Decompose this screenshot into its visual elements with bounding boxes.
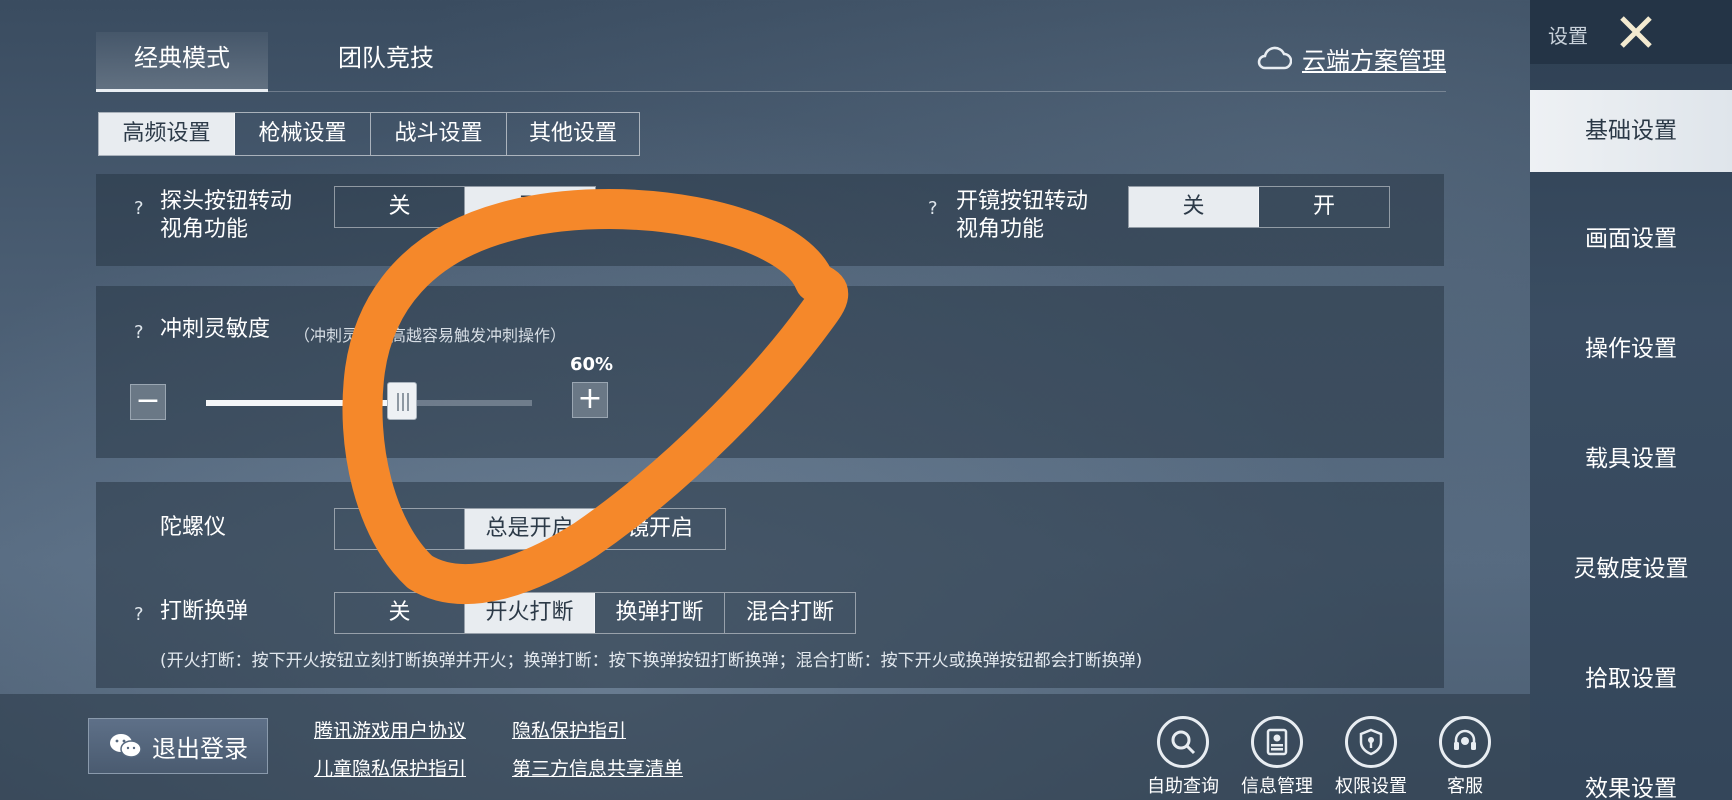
peek-turn-label-line2: 视角功能 <box>160 217 249 242</box>
help-icon[interactable]: ? <box>134 604 144 625</box>
scope-turn-on[interactable]: 开 <box>1259 187 1389 227</box>
sub-tab-bar: 高频设置 枪械设置 战斗设置 其他设置 <box>98 112 640 156</box>
peek-turn-toggle: 关 开 <box>334 186 596 228</box>
sidebar-item-effects[interactable]: 效果设置 <box>1530 748 1732 800</box>
customer-service-label: 客服 <box>1447 776 1483 797</box>
subtab-combat[interactable]: 战斗设置 <box>371 113 507 155</box>
sidebar-item-controls[interactable]: 操作设置 <box>1530 308 1732 390</box>
self-service-button[interactable]: 自助查询 <box>1140 716 1226 798</box>
scope-turn-label-line1: 开镜按钮转动 <box>956 189 1089 214</box>
subtab-other[interactable]: 其他设置 <box>507 113 639 155</box>
peek-turn-label: 探头按钮转动 视角功能 <box>160 188 292 244</box>
wechat-icon <box>110 734 142 758</box>
gyro-option-always[interactable]: 总是开启 <box>465 509 595 549</box>
subtab-weapon[interactable]: 枪械设置 <box>235 113 371 155</box>
help-icon[interactable]: ? <box>134 322 144 343</box>
logout-button[interactable]: 退出登录 <box>88 718 268 774</box>
cloud-plan-manage-link[interactable]: 云端方案管理 <box>1256 40 1446 76</box>
id-card-icon <box>1266 728 1288 756</box>
info-manage-icon-ring <box>1251 716 1303 768</box>
help-icon[interactable]: ? <box>928 198 938 219</box>
scope-turn-label-line2: 视角功能 <box>956 217 1045 242</box>
customer-service-button[interactable]: 客服 <box>1422 716 1508 798</box>
link-privacy-guide[interactable]: 隐私保护指引 <box>512 716 626 743</box>
sprint-sensitivity-panel <box>96 286 1444 458</box>
peek-turn-on[interactable]: 开 <box>465 187 595 227</box>
interrupt-option-fire[interactable]: 开火打断 <box>465 593 595 633</box>
info-manage-button[interactable]: 信息管理 <box>1234 716 1320 798</box>
sprint-slider-fill <box>206 400 402 406</box>
scope-turn-label: 开镜按钮转动 视角功能 <box>956 188 1088 244</box>
sidebar-title: 设置 <box>1548 24 1588 48</box>
link-third-party-list[interactable]: 第三方信息共享清单 <box>512 754 683 781</box>
peek-turn-label-line1: 探头按钮转动 <box>160 189 293 214</box>
sidebar-item-vehicle[interactable]: 载具设置 <box>1530 418 1732 500</box>
thumb-grip <box>396 393 399 411</box>
scope-turn-off[interactable]: 关 <box>1129 187 1259 227</box>
cloud-plan-manage-label: 云端方案管理 <box>1302 46 1446 75</box>
close-icon[interactable] <box>1614 10 1658 54</box>
help-icon[interactable]: ? <box>134 198 144 219</box>
sprint-increase-button[interactable]: + <box>572 382 608 418</box>
interrupt-option-reload[interactable]: 换弹打断 <box>595 593 725 633</box>
gyro-label: 陀螺仪 <box>160 515 227 540</box>
sprint-sensitivity-hint: （冲刺灵…越高越容易触发冲刺操作） <box>294 326 567 345</box>
settings-sidebar: 设置 基础设置 画面设置 操作设置 载具设置 灵敏度设置 拾取设置 效果设置 <box>1530 0 1732 800</box>
reload-interrupt-selector: 关 开火打断 换弹打断 混合打断 <box>334 592 856 634</box>
permission-icon-ring <box>1345 716 1397 768</box>
thumb-grip <box>401 393 404 411</box>
tab-team-deathmatch[interactable]: 团队竞技 <box>286 32 486 92</box>
sprint-slider-thumb[interactable] <box>386 382 417 420</box>
sprint-decrease-button[interactable]: − <box>130 384 166 420</box>
self-service-icon-ring <box>1157 716 1209 768</box>
sprint-sensitivity-value: 60% <box>570 354 614 375</box>
sidebar-item-graphics[interactable]: 画面设置 <box>1530 198 1732 280</box>
customer-service-icon-ring <box>1439 716 1491 768</box>
gyro-option-off[interactable] <box>335 509 465 549</box>
self-service-label: 自助查询 <box>1147 776 1219 797</box>
shield-icon <box>1359 728 1383 756</box>
peek-turn-off[interactable]: 关 <box>335 187 465 227</box>
gyro-option-scope[interactable]: 镜开启 <box>595 509 725 549</box>
sidebar-header: 设置 <box>1530 0 1732 64</box>
sprint-slider-track[interactable] <box>206 400 532 406</box>
tab-classic-mode[interactable]: 经典模式 <box>96 32 268 92</box>
reload-interrupt-label: 打断换弹 <box>160 599 249 624</box>
thumb-grip <box>406 393 409 411</box>
sidebar-item-basic[interactable]: 基础设置 <box>1530 90 1732 172</box>
sidebar-item-pickup[interactable]: 拾取设置 <box>1530 638 1732 720</box>
cloud-icon <box>1257 46 1292 70</box>
headset-icon <box>1454 729 1476 750</box>
logout-label: 退出登录 <box>152 734 248 763</box>
mode-tab-bar: 经典模式 团队竞技 云端方案管理 <box>96 32 1446 92</box>
sidebar-item-sensitivity[interactable]: 灵敏度设置 <box>1530 528 1732 610</box>
link-user-agreement[interactable]: 腾讯游戏用户协议 <box>314 716 466 743</box>
search-icon <box>1171 730 1196 755</box>
scope-turn-toggle: 关 开 <box>1128 186 1390 228</box>
info-manage-label: 信息管理 <box>1241 776 1313 797</box>
interrupt-option-mixed[interactable]: 混合打断 <box>725 593 855 633</box>
sprint-sensitivity-label: 冲刺灵敏度 <box>160 317 271 342</box>
reload-interrupt-note: (开火打断：按下开火按钮立刻打断换弹并开火；换弹打断：按下换弹按钮打断换弹；混合… <box>160 651 1143 671</box>
link-child-privacy[interactable]: 儿童隐私保护指引 <box>314 754 466 781</box>
subtab-high-frequency[interactable]: 高频设置 <box>99 113 235 155</box>
interrupt-option-off[interactable]: 关 <box>335 593 465 633</box>
gyro-selector: 总是开启 镜开启 <box>334 508 726 550</box>
permission-settings-button[interactable]: 权限设置 <box>1328 716 1414 798</box>
permission-settings-label: 权限设置 <box>1335 776 1407 797</box>
